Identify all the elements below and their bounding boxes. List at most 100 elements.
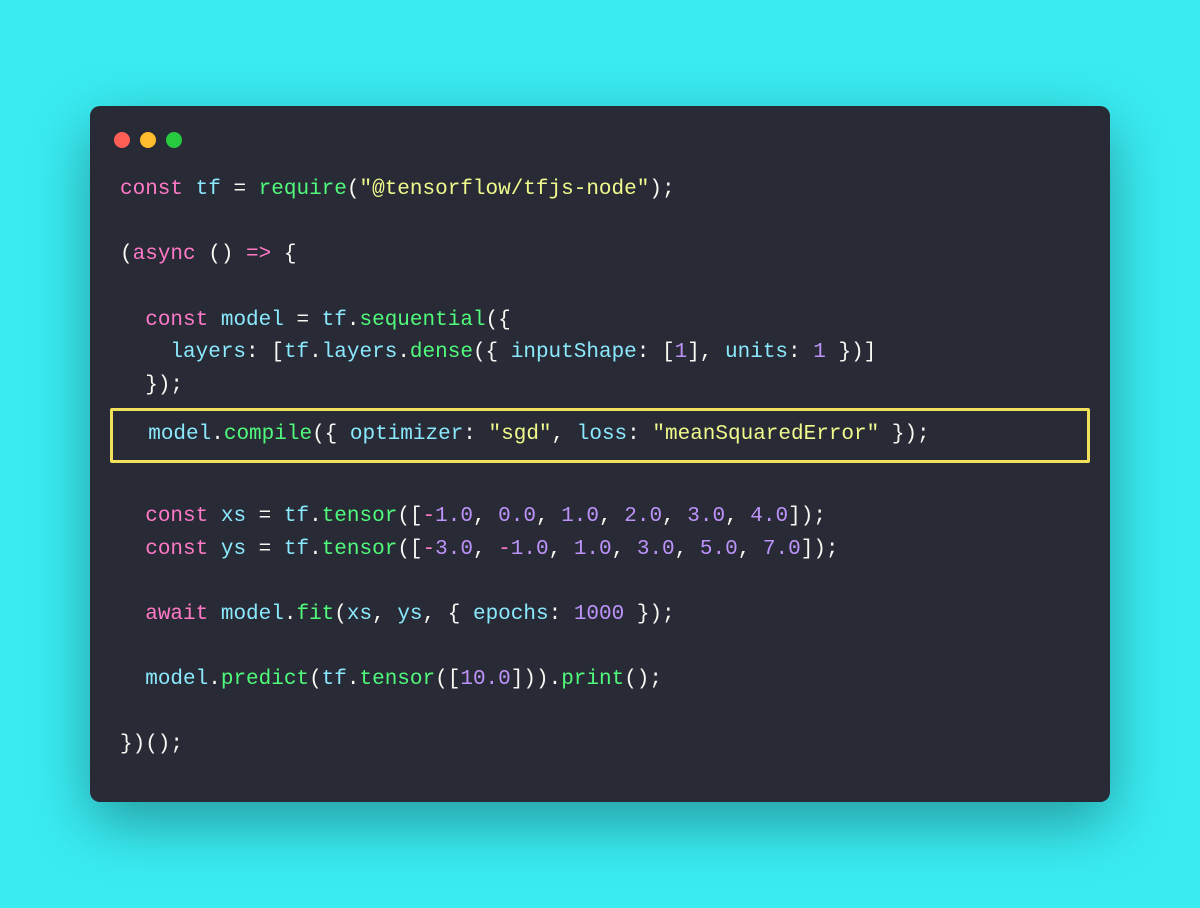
ident-ys: ys	[208, 538, 246, 561]
code-line: model.predict(tf.tensor([10.0])).print()…	[120, 668, 662, 691]
arrow-op: =>	[246, 243, 271, 266]
code-line: (async () => {	[120, 243, 296, 266]
fn-dense: dense	[410, 341, 473, 364]
ident-model: model	[145, 668, 208, 691]
punct: .	[211, 423, 224, 446]
prop-optimizer: optimizer	[350, 423, 463, 446]
code-line: });	[120, 374, 183, 397]
punct: .	[347, 309, 360, 332]
code-line: const ys = tf.tensor([-3.0, -1.0, 1.0, 3…	[120, 538, 839, 561]
punct: ();	[624, 668, 662, 691]
ident-layers: layers	[322, 341, 398, 364]
punct: .	[309, 341, 322, 364]
indent	[120, 505, 145, 528]
punct: ,	[372, 603, 397, 626]
punct: : [	[246, 341, 284, 364]
punct: ([	[397, 538, 422, 561]
punct: .	[309, 538, 322, 561]
punct: ,	[725, 505, 750, 528]
punct: , {	[423, 603, 473, 626]
punct: ,	[536, 505, 561, 528]
indent	[120, 309, 145, 332]
ident-tf: tf	[284, 538, 309, 561]
keyword-async: async	[133, 243, 196, 266]
indent	[120, 341, 170, 364]
punct: ({	[473, 341, 511, 364]
ident-tf: tf	[322, 309, 347, 332]
code-line: const xs = tf.tensor([-1.0, 0.0, 1.0, 2.…	[120, 505, 826, 528]
number: 10.0	[460, 668, 510, 691]
ident-xs: xs	[347, 603, 372, 626]
number: 1.0	[574, 538, 612, 561]
op-minus: -	[498, 538, 511, 561]
fn-print: print	[561, 668, 624, 691]
keyword-const: const	[145, 538, 208, 561]
number: 1.0	[511, 538, 549, 561]
ident-tf: tf	[284, 505, 309, 528]
op-minus: -	[423, 538, 436, 561]
keyword-const: const	[145, 505, 208, 528]
fn-tensor: tensor	[322, 505, 398, 528]
ident-tf: tf	[322, 668, 347, 691]
prop-inputshape: inputShape	[511, 341, 637, 364]
punct: .	[347, 668, 360, 691]
ident-xs: xs	[208, 505, 246, 528]
number: 1000	[574, 603, 624, 626]
number: 3.0	[435, 538, 473, 561]
fn-predict: predict	[221, 668, 309, 691]
zoom-icon[interactable]	[166, 132, 182, 148]
keyword-const: const	[120, 178, 183, 201]
number: 7.0	[763, 538, 801, 561]
minimize-icon[interactable]	[140, 132, 156, 148]
punct: })();	[120, 733, 183, 756]
fn-sequential: sequential	[360, 309, 486, 332]
punct: =	[246, 505, 284, 528]
punct: ]);	[801, 538, 839, 561]
punct: })]	[826, 341, 876, 364]
ident-model: model	[208, 309, 284, 332]
keyword-await: await	[145, 603, 208, 626]
punct: :	[788, 341, 813, 364]
code-line: const model = tf.sequential({	[120, 309, 511, 332]
punct: });	[145, 374, 183, 397]
punct: ,	[675, 538, 700, 561]
punct: =	[246, 538, 284, 561]
punct: :	[549, 603, 574, 626]
highlighted-line: model.compile({ optimizer: "sgd", loss: …	[110, 408, 1090, 463]
number: 2.0	[624, 505, 662, 528]
punct: ,	[549, 538, 574, 561]
punct: ,	[473, 538, 498, 561]
punct: ([	[397, 505, 422, 528]
punct: ({	[312, 423, 350, 446]
string: "@tensorflow/tfjs-node"	[359, 178, 649, 201]
punct: });	[879, 423, 929, 446]
punct: );	[649, 178, 674, 201]
prop-layers: layers	[170, 341, 246, 364]
code-window: const tf = require("@tensorflow/tfjs-nod…	[90, 106, 1110, 801]
punct: :	[627, 423, 652, 446]
punct: .	[208, 668, 221, 691]
punct: });	[624, 603, 674, 626]
close-icon[interactable]	[114, 132, 130, 148]
fn-fit: fit	[296, 603, 334, 626]
punct: =	[284, 309, 322, 332]
ident-ys: ys	[397, 603, 422, 626]
punct: :	[463, 423, 488, 446]
number: 3.0	[687, 505, 725, 528]
fn-compile: compile	[224, 423, 312, 446]
keyword-const: const	[145, 309, 208, 332]
indent	[123, 423, 148, 446]
window-titlebar	[90, 132, 1110, 156]
punct: .	[397, 341, 410, 364]
ident-model: model	[208, 603, 284, 626]
punct: ]);	[788, 505, 826, 528]
ident-tf: tf	[196, 178, 221, 201]
code-line: await model.fit(xs, ys, { epochs: 1000 }…	[120, 603, 675, 626]
indent	[120, 668, 145, 691]
punct: {	[271, 243, 296, 266]
code-line: layers: [tf.layers.dense({ inputShape: […	[120, 341, 876, 364]
punct: (	[120, 243, 133, 266]
prop-epochs: epochs	[473, 603, 549, 626]
indent	[120, 603, 145, 626]
punct: ,	[599, 505, 624, 528]
